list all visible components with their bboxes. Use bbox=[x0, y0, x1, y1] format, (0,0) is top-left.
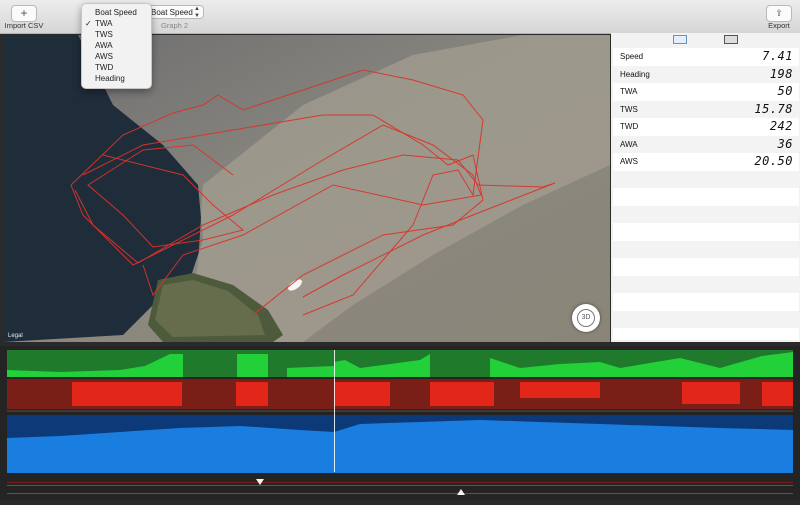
row-value: 20.50 bbox=[754, 154, 793, 168]
table-row: TWS 15.78 bbox=[613, 100, 799, 118]
menu-item-twa[interactable]: TWA bbox=[95, 19, 112, 28]
graph2-label: Graph 2 bbox=[161, 21, 189, 30]
menu-item-awa[interactable]: AWA bbox=[95, 41, 113, 50]
table-row: AWA 36 bbox=[613, 135, 799, 153]
empty-row bbox=[613, 223, 799, 241]
playhead-line[interactable] bbox=[334, 350, 335, 472]
3d-button-label: 3D bbox=[577, 309, 595, 327]
menu-item-twd[interactable]: TWD bbox=[95, 63, 113, 72]
3d-toggle-button[interactable]: 3D bbox=[572, 304, 600, 332]
menu-item-aws[interactable]: AWS bbox=[95, 52, 113, 61]
menu-item-heading[interactable]: Heading bbox=[95, 74, 125, 83]
legal-link[interactable]: Legal bbox=[8, 333, 23, 339]
empty-row bbox=[613, 258, 799, 276]
row-label: TWS bbox=[620, 104, 638, 114]
row-value: 7.41 bbox=[762, 49, 793, 63]
menu-item-boat-speed[interactable]: Boat Speed bbox=[95, 8, 137, 17]
row-label: Heading bbox=[620, 69, 650, 79]
empty-row bbox=[613, 328, 799, 346]
row-label: TWD bbox=[620, 122, 639, 131]
graph2-select-value: Boat Speed bbox=[151, 8, 193, 17]
row-value: 36 bbox=[777, 136, 793, 151]
table-row: Speed 7.41 bbox=[613, 48, 799, 66]
empty-row bbox=[613, 310, 799, 328]
export-label: Export bbox=[768, 21, 790, 30]
graph2-select[interactable]: Boat Speed ▲ ▼ bbox=[146, 5, 204, 19]
graph-tab-icon[interactable] bbox=[673, 35, 687, 44]
row-label: AWS bbox=[620, 157, 638, 166]
graph1-dropdown-menu: Boat Speed ✓ TWA TWS AWA AWS TWD Heading bbox=[81, 3, 152, 89]
import-csv-button[interactable]: + bbox=[11, 5, 37, 22]
table-row: AWS 20.50 bbox=[613, 153, 799, 171]
empty-row bbox=[613, 293, 799, 311]
empty-row bbox=[613, 188, 799, 206]
share-icon: ⇪ bbox=[775, 8, 783, 18]
import-csv-label: Import CSV bbox=[4, 21, 44, 30]
row-value: 242 bbox=[769, 119, 793, 133]
row-label: AWA bbox=[620, 139, 638, 149]
empty-row bbox=[613, 240, 799, 258]
row-label: TWA bbox=[620, 87, 638, 96]
checkmark-icon: ✓ bbox=[85, 19, 92, 28]
start-handle-icon[interactable] bbox=[256, 479, 264, 485]
plus-icon: + bbox=[20, 6, 28, 20]
table-row: TWA 50 bbox=[613, 83, 799, 101]
row-label: Speed bbox=[620, 52, 644, 61]
twa-series bbox=[72, 382, 793, 406]
empty-row bbox=[613, 275, 799, 293]
graph-strips bbox=[7, 350, 793, 494]
data-side-panel: Speed 7.41 Heading 198 TWA 50 TWS 15.78 … bbox=[611, 33, 800, 342]
table-row: Heading 198 bbox=[613, 65, 799, 83]
export-button[interactable]: ⇪ bbox=[766, 5, 792, 22]
row-value: 50 bbox=[777, 84, 793, 98]
table-row: TWD 242 bbox=[613, 118, 799, 136]
values-table: Speed 7.41 Heading 198 TWA 50 TWS 15.78 … bbox=[613, 48, 799, 340]
timeline-graphs[interactable] bbox=[0, 346, 800, 500]
table-tab-icon[interactable] bbox=[724, 35, 738, 44]
menu-item-tws[interactable]: TWS bbox=[95, 30, 113, 39]
row-value: 198 bbox=[769, 66, 793, 81]
end-handle-icon[interactable] bbox=[457, 489, 465, 495]
select-arrows-icon: ▲ ▼ bbox=[194, 6, 200, 19]
empty-row bbox=[613, 170, 799, 188]
empty-row bbox=[613, 205, 799, 223]
row-value: 15.78 bbox=[754, 101, 793, 116]
panel-tabs bbox=[611, 33, 800, 46]
